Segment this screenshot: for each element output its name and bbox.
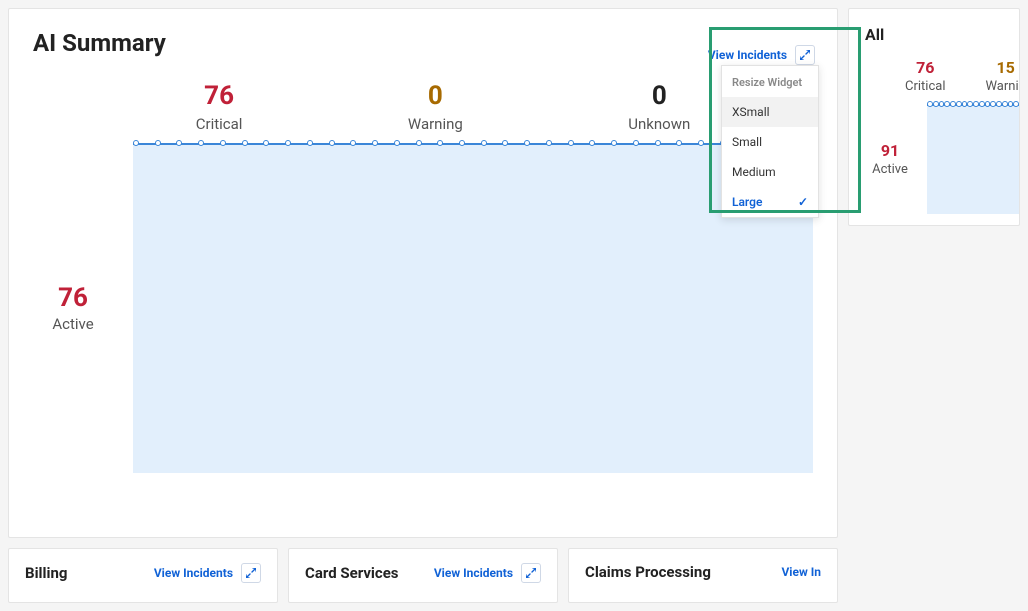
critical-label: Critical [196, 115, 243, 133]
card-services-expand-button[interactable] [521, 563, 541, 583]
unknown-value: 0 [628, 81, 690, 111]
billing-title: Billing [25, 564, 67, 582]
claims-processing-widget: Claims Processing View In [568, 548, 838, 603]
expand-icon [246, 568, 256, 578]
all-critical-value: 76 [905, 58, 945, 77]
warning-stat: 0 Warning [408, 81, 463, 133]
resize-option-medium[interactable]: Medium [722, 157, 818, 187]
all-stats-row: 76 Critical 15 Warnin [905, 58, 1019, 94]
claims-view-incidents-link[interactable]: View In [781, 565, 821, 579]
summary-area-chart[interactable] [133, 143, 813, 473]
all-critical-stat: 76 Critical [905, 58, 945, 94]
view-incidents-group: View Incidents [708, 45, 815, 65]
summary-chart-wrap: 76 Active [33, 143, 813, 473]
resize-menu-header: Resize Widget [722, 66, 818, 97]
all-warning-label: Warnin [985, 79, 1020, 94]
all-critical-label: Critical [905, 79, 945, 94]
card-services-title: Card Services [305, 564, 399, 582]
all-active-stat: 91 Active [865, 141, 915, 177]
ai-summary-title: AI Summary [33, 29, 813, 57]
active-value: 76 [33, 283, 113, 313]
all-warning-value: 15 [985, 58, 1020, 77]
ai-summary-widget: AI Summary View Incidents Resize Widget … [8, 8, 838, 538]
billing-widget: Billing View Incidents [8, 548, 278, 603]
resize-option-xsmall[interactable]: XSmall [722, 97, 818, 127]
critical-value: 76 [196, 81, 243, 111]
all-chart-wrap: 91 Active [865, 104, 1019, 214]
warning-label: Warning [408, 115, 463, 133]
all-title: All [865, 25, 1019, 44]
billing-expand-button[interactable] [241, 563, 261, 583]
expand-icon [800, 50, 810, 60]
claims-processing-title: Claims Processing [585, 563, 711, 581]
small-widgets-row: Billing View Incidents Card Services [8, 548, 838, 603]
all-active-value: 91 [865, 141, 915, 160]
view-incidents-link[interactable]: View Incidents [708, 48, 787, 62]
active-label: Active [33, 315, 113, 333]
all-widget: All 76 Critical 15 Warnin 91 Active [848, 8, 1020, 226]
all-area-chart[interactable] [927, 104, 1019, 214]
resize-widget-menu: Resize Widget XSmall Small Medium Large … [721, 65, 819, 218]
card-services-view-incidents-link[interactable]: View Incidents [434, 566, 513, 580]
check-icon: ✓ [798, 195, 808, 209]
resize-option-large[interactable]: Large ✓ [722, 187, 818, 217]
resize-option-small[interactable]: Small [722, 127, 818, 157]
critical-stat: 76 Critical [196, 81, 243, 133]
expand-widget-button[interactable] [795, 45, 815, 65]
unknown-label: Unknown [628, 115, 690, 133]
unknown-stat: 0 Unknown [628, 81, 690, 133]
active-stat: 76 Active [33, 283, 113, 333]
expand-icon [526, 568, 536, 578]
summary-stats-row: 76 Critical 0 Warning 0 Unknown [113, 81, 773, 133]
all-warning-stat: 15 Warnin [985, 58, 1020, 94]
billing-view-incidents-link[interactable]: View Incidents [154, 566, 233, 580]
warning-value: 0 [408, 81, 463, 111]
all-active-label: Active [865, 162, 915, 177]
card-services-widget: Card Services View Incidents [288, 548, 558, 603]
